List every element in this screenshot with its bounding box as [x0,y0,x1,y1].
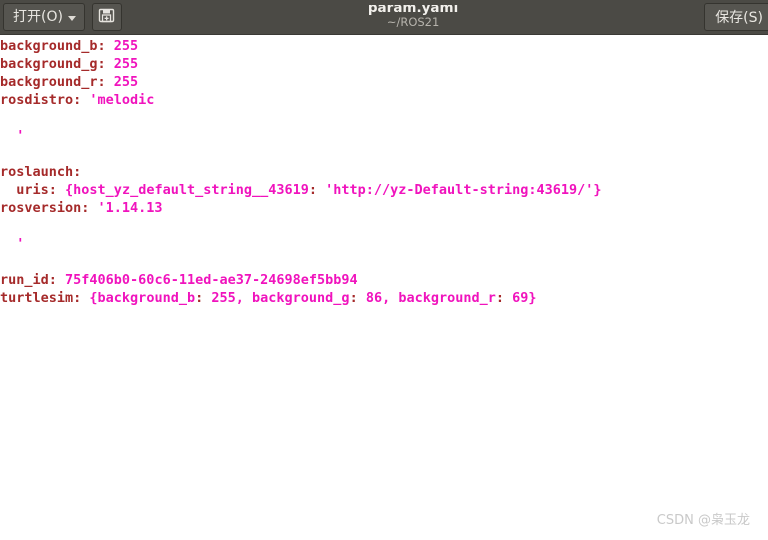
text-editor-area[interactable]: background_b: 255 background_g: 255 backgr… [0,35,768,540]
save-button-label: 保存(S) [715,10,763,26]
code-line: turtlesim: {background_b: 255, backgroun… [0,289,768,307]
code-token: 69} [504,290,537,306]
code-line: run_id: 75f406b0-60c6-11ed-ae37-24698ef5… [0,271,768,289]
code-token: { [81,290,98,306]
code-token: background_b [97,290,196,306]
open-button[interactable]: 打开(O) [3,3,85,31]
code-token: 'http://yz-Default-string:43619/'} [317,182,602,198]
code-token: 255 [105,38,139,54]
code-token: background_g [252,290,350,306]
file-path-subtitle: ~/ROS21 [386,14,440,29]
chevron-down-icon [67,15,76,21]
code-token: : [195,290,204,306]
save-as-document-icon [98,7,115,28]
code-line: background_b: 255 [0,37,768,55]
code-token: 75f406b0-60c6-11ed-ae37-24698ef5bb94 [56,272,358,288]
code-line: uris: {host_yz_default_string__43619: 'h… [0,181,768,199]
code-token: 255 [105,74,139,90]
page-title: param.yaml [367,4,459,16]
code-line: roslaunch: [0,163,768,181]
code-token: turtlesim: [0,290,82,306]
code-token: rosdistro: [0,92,82,108]
code-token: : [349,290,358,306]
titlebar-left-controls: 打开(O) [0,3,122,31]
code-token: background_b: [0,38,106,54]
code-line: ' [0,235,768,253]
code-token: 'melodic [81,92,155,108]
code-token: background_r [398,290,496,306]
save-as-button[interactable] [91,3,122,31]
code-token: { [56,182,74,198]
titlebar-right-controls: 保存(S) [704,3,768,31]
code-line: background_g: 255 [0,55,768,73]
code-line: ' [0,127,768,145]
code-token: background_r: [0,74,106,90]
code-token: uris: [0,182,57,198]
code-line: rosversion: '1.14.13 [0,199,768,217]
code-token: 255 [105,56,139,72]
save-button[interactable]: 保存(S) [704,3,768,31]
code-token: rosversion: [0,200,90,216]
window-title-block: param.yaml ~/ROS21 [122,5,704,30]
window-titlebar: 打开(O) param.yaml ~/ROS21 保存(S) [0,0,768,35]
code-token: roslaunch: [0,164,82,180]
code-token: : [308,182,318,198]
code-token: ' [0,236,25,252]
code-line: background_r: 255 [0,73,768,91]
code-token: '1.14.13 [89,200,163,216]
code-token: 255, [203,290,253,306]
watermark-label: CSDN @枭玉龙 [656,513,750,528]
code-token: run_id: [0,272,57,288]
code-token: background_g: [0,56,106,72]
code-token: : [495,290,505,306]
code-token: 86, [357,290,399,306]
code-token: ' [0,128,25,144]
yaml-code-content[interactable]: background_b: 255 background_g: 255 backgr… [0,35,768,307]
code-line: rosdistro: 'melodic [0,91,768,109]
open-button-label: 打开(O) [13,9,63,25]
code-token: host_yz_default_string__43619 [73,182,309,198]
